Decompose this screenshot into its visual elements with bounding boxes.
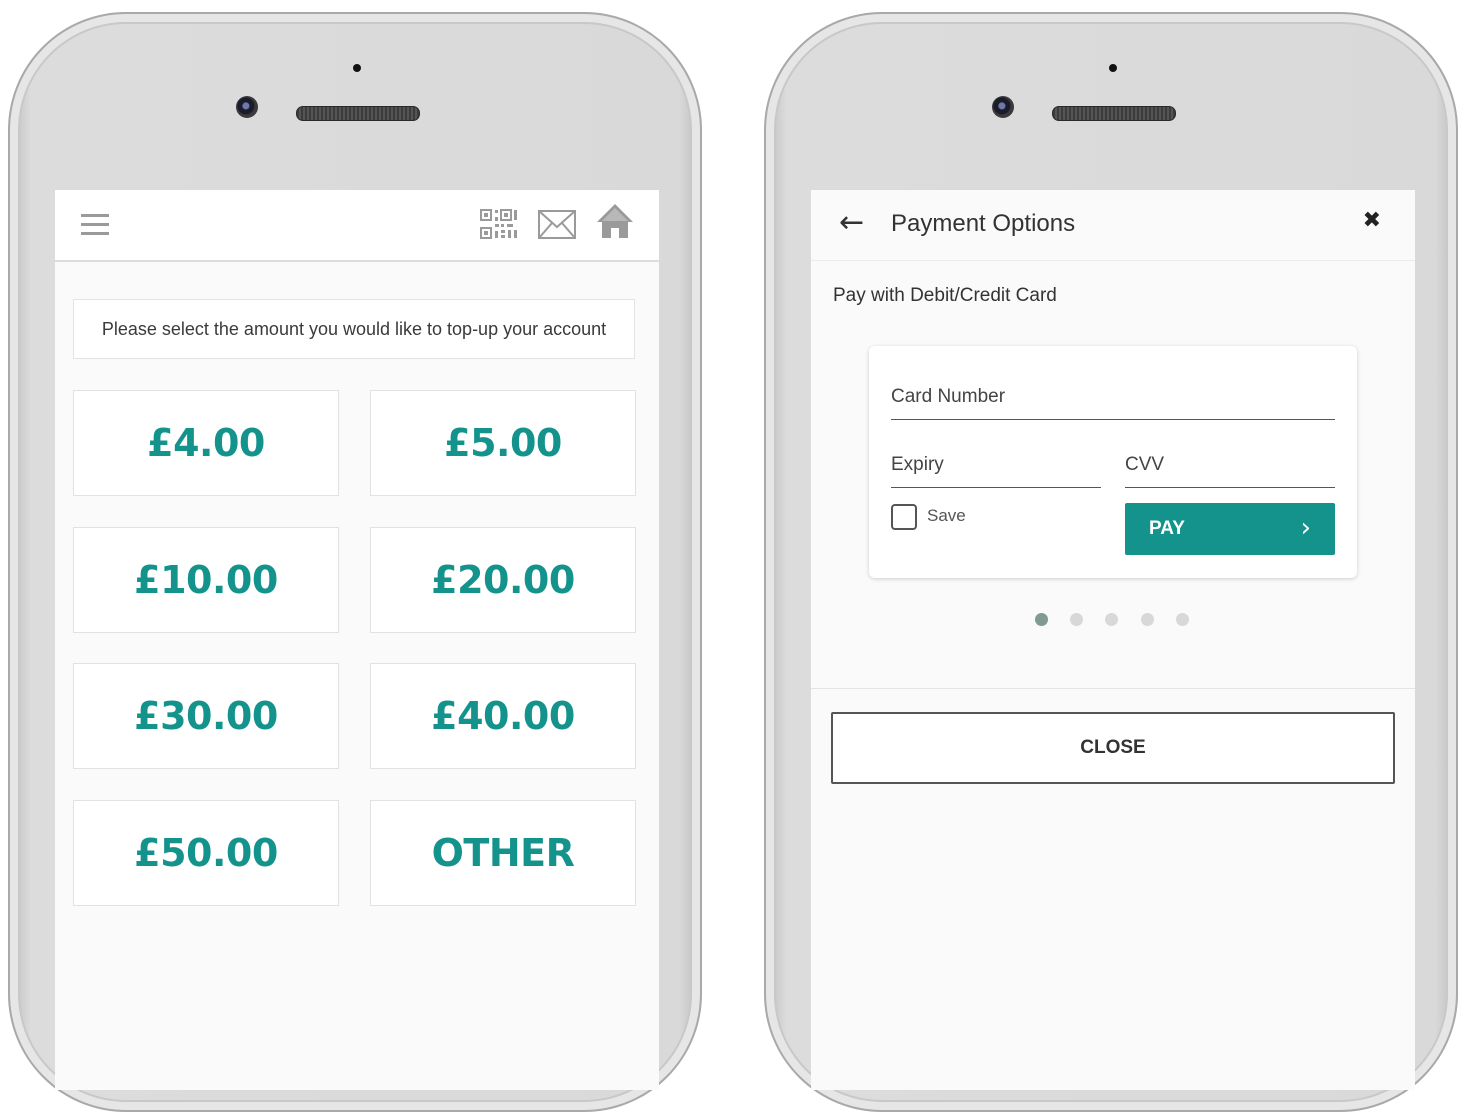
page-title: Payment Options (891, 210, 1076, 237)
divider (811, 688, 1415, 689)
amount-button-50[interactable]: £50.00 (73, 800, 339, 906)
save-card-checkbox[interactable] (891, 504, 917, 530)
pay-button[interactable]: PAY › (1125, 503, 1335, 555)
amount-button-10[interactable]: £10.00 (73, 527, 339, 633)
phone-frame-right: ← Payment Options ✖ Pay with Debit/Credi… (764, 12, 1458, 1112)
top-up-prompt: Please select the amount you would like … (73, 299, 635, 359)
earpiece-speaker (296, 106, 420, 121)
amount-button-40[interactable]: £40.00 (370, 663, 636, 769)
expiry-underline (891, 487, 1101, 488)
payment-header: ← Payment Options ✖ (811, 190, 1415, 261)
amount-button-other[interactable]: OTHER (370, 800, 636, 906)
page-dot[interactable] (1105, 613, 1118, 626)
qr-code-icon[interactable] (479, 208, 519, 242)
phone-frame-left: Please select the amount you would like … (8, 12, 702, 1112)
amount-button-5[interactable]: £5.00 (370, 390, 636, 496)
home-icon[interactable] (595, 202, 635, 242)
menu-icon[interactable] (81, 214, 109, 236)
close-button[interactable]: CLOSE (831, 712, 1395, 784)
amount-button-4[interactable]: £4.00 (73, 390, 339, 496)
proximity-sensor (1109, 64, 1117, 72)
top-bar (55, 190, 659, 262)
card-form: Card Number Expiry CVV Save PAY › (869, 346, 1357, 578)
arrow-left-icon[interactable]: ← (839, 208, 864, 238)
pay-button-label: PAY (1149, 518, 1185, 539)
mail-icon[interactable] (537, 208, 577, 242)
page-dot[interactable] (1141, 613, 1154, 626)
card-number-underline (891, 419, 1335, 420)
amount-button-20[interactable]: £20.00 (370, 527, 636, 633)
proximity-sensor (353, 64, 361, 72)
earpiece-speaker (1052, 106, 1176, 121)
card-number-field[interactable]: Card Number (891, 386, 1005, 408)
expiry-field[interactable]: Expiry (891, 454, 944, 476)
chevron-right-icon: › (1300, 513, 1311, 543)
cvv-field[interactable]: CVV (1125, 454, 1164, 476)
close-icon[interactable]: ✖ (1363, 208, 1381, 233)
page-dot[interactable] (1070, 613, 1083, 626)
page-dot[interactable] (1035, 613, 1048, 626)
payment-options-screen: ← Payment Options ✖ Pay with Debit/Credi… (811, 190, 1415, 1090)
page-dot[interactable] (1176, 613, 1189, 626)
front-camera (236, 96, 258, 118)
front-camera (992, 96, 1014, 118)
save-card-label: Save (927, 506, 966, 525)
top-up-screen: Please select the amount you would like … (55, 190, 659, 1090)
payment-method-label: Pay with Debit/Credit Card (833, 285, 1057, 306)
cvv-underline (1125, 487, 1335, 488)
amount-button-30[interactable]: £30.00 (73, 663, 339, 769)
